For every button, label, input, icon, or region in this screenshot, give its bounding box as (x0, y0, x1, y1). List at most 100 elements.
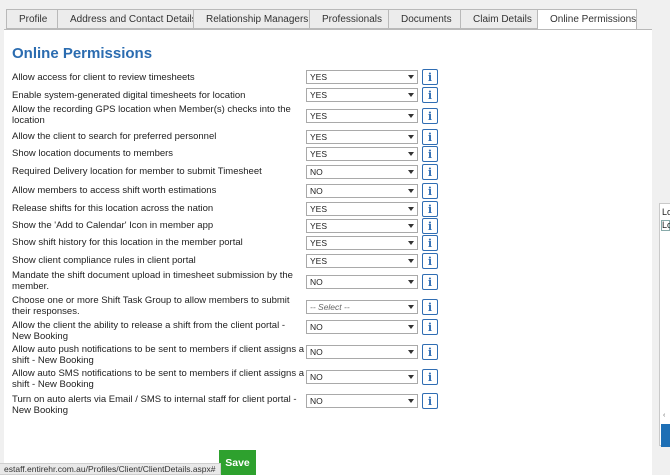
info-icon[interactable]: i (422, 69, 438, 85)
select-value: NO (310, 167, 323, 177)
setting-label: Required Delivery location for member to… (12, 166, 262, 177)
tab-label: Address and Contact Details (70, 13, 197, 25)
save-button[interactable]: Save (219, 450, 256, 475)
setting-select[interactable]: NO (306, 184, 418, 198)
setting-select[interactable]: YES (306, 147, 418, 161)
info-icon[interactable]: i (422, 108, 438, 124)
info-icon[interactable]: i (422, 235, 438, 251)
info-glyph: i (427, 345, 433, 359)
select-value: YES (310, 221, 328, 231)
shift-task-group-select[interactable]: -- Select -- (306, 300, 418, 314)
setting-select[interactable]: YES (306, 70, 418, 84)
select-value: NO (310, 372, 323, 382)
info-glyph: i (427, 147, 433, 161)
select-value: NO (310, 277, 323, 287)
info-glyph: i (427, 254, 433, 268)
tab-online-permissions[interactable]: Online Permissions (537, 9, 637, 30)
setting-select[interactable]: NO (306, 320, 418, 334)
dropdown-caret-icon (408, 93, 414, 97)
setting-select[interactable]: YES (306, 130, 418, 144)
select-value: NO (310, 347, 323, 357)
dropdown-caret-icon (408, 325, 414, 329)
select-value: YES (310, 72, 328, 82)
info-icon[interactable]: i (422, 183, 438, 199)
setting-select[interactable]: YES (306, 202, 418, 216)
setting-select[interactable]: NO (306, 275, 418, 289)
info-icon[interactable]: i (422, 129, 438, 145)
setting-select[interactable]: NO (306, 394, 418, 408)
select-value: YES (310, 111, 328, 121)
tab-claim-details[interactable]: Claim Details (460, 9, 538, 29)
setting-select[interactable]: NO (306, 345, 418, 359)
info-glyph: i (427, 370, 433, 384)
tab-label: Profile (19, 13, 48, 25)
setting-select[interactable]: YES (306, 88, 418, 102)
tab-bar: Profile Address and Contact Details Rela… (6, 9, 637, 30)
info-icon[interactable]: i (422, 344, 438, 360)
select-value: YES (310, 132, 328, 142)
setting-select[interactable]: YES (306, 109, 418, 123)
dropdown-caret-icon (408, 305, 414, 309)
popup-accent-bar (661, 424, 670, 447)
setting-label: Allow auto push notifications to be sent… (12, 344, 305, 366)
setting-label: Show the 'Add to Calendar' Icon in membe… (12, 220, 214, 231)
info-glyph: i (427, 130, 433, 144)
info-glyph: i (427, 300, 433, 314)
tab-documents[interactable]: Documents (388, 9, 461, 29)
info-icon[interactable]: i (422, 164, 438, 180)
status-bar-url: estaff.entirehr.com.au/Profiles/Client/C… (0, 463, 221, 475)
info-glyph: i (427, 320, 433, 334)
setting-select[interactable]: YES (306, 254, 418, 268)
tab-label: Relationship Managers (206, 13, 309, 25)
setting-select[interactable]: YES (306, 219, 418, 233)
select-value: YES (310, 256, 328, 266)
info-glyph: i (427, 394, 433, 408)
info-icon[interactable]: i (422, 319, 438, 335)
dropdown-caret-icon (408, 114, 414, 118)
info-icon[interactable]: i (422, 274, 438, 290)
setting-select[interactable]: NO (306, 370, 418, 384)
tab-relationship-managers[interactable]: Relationship Managers (193, 9, 310, 29)
setting-select[interactable]: YES (306, 236, 418, 250)
setting-label: Turn on auto alerts via Email / SMS to i… (12, 394, 297, 416)
dropdown-caret-icon (408, 259, 414, 263)
info-icon[interactable]: i (422, 218, 438, 234)
section-title: Online Permissions (12, 45, 153, 62)
select-value: YES (310, 204, 328, 214)
info-icon[interactable]: i (422, 146, 438, 162)
tab-label: Claim Details (473, 13, 532, 25)
setting-label: Show shift history for this location in … (12, 237, 243, 248)
dropdown-caret-icon (408, 170, 414, 174)
info-glyph: i (427, 109, 433, 123)
setting-label: Allow the client the ability to release … (12, 320, 285, 342)
dropdown-caret-icon (408, 135, 414, 139)
select-value: NO (310, 186, 323, 196)
info-icon[interactable]: i (422, 299, 438, 315)
info-icon[interactable]: i (422, 87, 438, 103)
dropdown-caret-icon (408, 280, 414, 284)
tab-profile[interactable]: Profile (6, 9, 58, 29)
dropdown-caret-icon (408, 241, 414, 245)
dropdown-caret-icon (408, 189, 414, 193)
info-glyph: i (427, 275, 433, 289)
info-icon[interactable]: i (422, 393, 438, 409)
info-icon[interactable]: i (422, 369, 438, 385)
setting-label: Allow the client to search for preferred… (12, 131, 217, 142)
tab-label: Online Permissions (550, 14, 637, 25)
setting-select[interactable]: NO (306, 165, 418, 179)
dropdown-caret-icon (408, 375, 414, 379)
select-value: NO (310, 396, 323, 406)
setting-label: Mandate the shift document upload in tim… (12, 270, 293, 292)
scroll-left-icon[interactable]: ‹ (663, 412, 665, 419)
setting-label: Show client compliance rules in client p… (12, 255, 196, 266)
info-glyph: i (427, 165, 433, 179)
setting-label: Release shifts for this location across … (12, 203, 214, 214)
dropdown-caret-icon (408, 399, 414, 403)
info-icon[interactable]: i (422, 253, 438, 269)
tab-address-contact[interactable]: Address and Contact Details (57, 9, 197, 29)
tab-professionals[interactable]: Professionals (309, 9, 389, 29)
setting-label: Enable system-generated digital timeshee… (12, 90, 246, 101)
tab-label: Professionals (322, 13, 383, 25)
setting-label: Allow members to access shift worth esti… (12, 185, 217, 196)
info-icon[interactable]: i (422, 201, 438, 217)
